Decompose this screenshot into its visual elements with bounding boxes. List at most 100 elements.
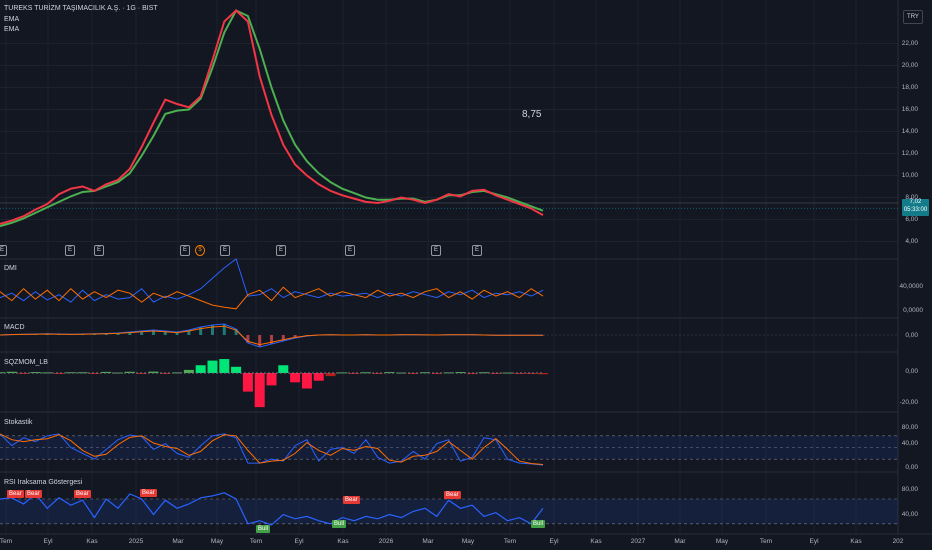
dmi-title[interactable]: DMI (4, 265, 17, 272)
momentum-bar (207, 360, 218, 373)
sqzmom-pane (0, 359, 548, 408)
price-tick-label: 14,00 (901, 127, 918, 135)
time-tick-label: Eyl (294, 538, 304, 545)
time-tick-label: 2026 (378, 538, 394, 545)
time-tick-label: May (715, 538, 729, 545)
price-tick-label: 8,00 (905, 193, 918, 201)
earnings-event-icon[interactable]: E (345, 245, 355, 256)
chart-canvas[interactable] (0, 0, 932, 550)
stoch-tick: 0,00 (905, 464, 918, 471)
earnings-event-icon[interactable]: E (0, 245, 7, 256)
chart-title: TUREKS TURİZM TAŞIMACILIK A.Ş. · 1G · BI… (4, 5, 158, 12)
momentum-bar (65, 372, 76, 374)
price-tick-label: 16,00 (901, 105, 918, 113)
price-tick-label: 20,00 (901, 61, 918, 69)
earnings-event-icon[interactable]: E (180, 245, 190, 256)
bull-badge: Bull (256, 525, 271, 533)
time-tick-label: Mar (172, 538, 184, 545)
macd-histogram-bar (222, 324, 226, 335)
bear-badge: Bear (25, 490, 42, 498)
momentum-bar (77, 372, 88, 374)
time-tick-label: Kas (590, 538, 602, 545)
ema-slow-line (0, 9, 544, 228)
momentum-bar (54, 373, 65, 374)
rsi-band (0, 499, 898, 524)
time-tick-label: May (210, 538, 224, 545)
time-tick-label: Tem (249, 538, 263, 545)
price-tick-label: 4,00 (905, 237, 918, 245)
dmi-minus-line (0, 286, 544, 310)
earnings-event-icon[interactable]: E (94, 245, 104, 256)
time-tick-label: Kas (86, 538, 98, 545)
macd-histogram-bar (258, 335, 262, 347)
currency-button[interactable]: TRY (903, 10, 923, 24)
momentum-bar (242, 373, 253, 392)
price-pane (0, 9, 898, 228)
sqzmom-title[interactable]: SQZMOM_LB (4, 359, 48, 366)
time-tick-label: Mar (674, 538, 686, 545)
macd-pane (0, 323, 898, 348)
price-tick-label: 18,00 (901, 83, 918, 91)
momentum-bar (313, 373, 324, 381)
earnings-event-icon[interactable]: E (431, 245, 441, 256)
rsi-tick: 40,00 (901, 511, 918, 518)
time-tick-label: Kas (337, 538, 349, 545)
momentum-bar (195, 365, 206, 373)
dmi-tick: 40,0000 (899, 283, 924, 290)
earnings-event-icon[interactable]: E (472, 245, 482, 256)
earnings-event-icon[interactable]: E (65, 245, 75, 256)
momentum-bar (254, 373, 265, 408)
time-tick-label: Eyl (43, 538, 53, 545)
momentum-bar (538, 373, 548, 375)
stochastic-title[interactable]: Stokastik (4, 419, 32, 426)
price-tick-label: 12,00 (901, 149, 918, 157)
momentum-bar (290, 373, 301, 383)
bear-badge: Bear (7, 490, 24, 498)
momentum-bar (231, 366, 242, 373)
dmi-pane (0, 258, 544, 310)
time-tick-label: 202 (892, 538, 904, 545)
momentum-bar (278, 365, 289, 373)
momentum-bar (219, 359, 230, 373)
stoch-tick: 40,00 (901, 440, 918, 447)
price-tick-label: 6,00 (905, 215, 918, 223)
time-tick-label: 2027 (630, 538, 646, 545)
rsi-title[interactable]: RSI Iraksama Göstergesi (4, 479, 82, 486)
sqz-tick: 0,00 (905, 368, 918, 375)
momentum-bar (526, 373, 537, 374)
time-tick-label: Kas (850, 538, 862, 545)
momentum-bar (514, 373, 525, 374)
time-tick-label: Tem (503, 538, 517, 545)
time-tick-label: 2025 (128, 538, 144, 545)
earnings-event-icon[interactable]: E (276, 245, 286, 256)
momentum-bar (42, 372, 53, 374)
rsi-tick: 80,00 (901, 486, 918, 493)
dmi-plus-line (0, 258, 544, 303)
momentum-bar (266, 373, 277, 386)
dmi-tick: 0,0000 (903, 307, 923, 314)
bull-badge: Bull (531, 520, 546, 528)
bull-badge: Bull (332, 520, 347, 528)
legend-ema-2[interactable]: EMA (4, 26, 19, 33)
momentum-bar (301, 373, 312, 389)
time-tick-label: Eyl (549, 538, 559, 545)
time-tick-label: Mar (422, 538, 434, 545)
last-price-tag: 7,02 05:33:00 (902, 199, 929, 216)
macd-tick: 0,00 (905, 332, 918, 339)
dividend-event-icon[interactable]: $ (195, 245, 205, 256)
bear-badge: Bear (343, 496, 360, 504)
price-tick-label: 22,00 (901, 39, 918, 47)
time-tick-label: Tem (759, 538, 773, 545)
bear-badge: Bear (74, 490, 91, 498)
stoch-tick: 80,00 (901, 424, 918, 431)
bear-badge: Bear (444, 491, 461, 499)
countdown-value: 05:33:00 (903, 206, 928, 213)
stochastic-pane (0, 433, 898, 466)
momentum-bar (325, 373, 336, 377)
legend-ema-1[interactable]: EMA (4, 16, 19, 23)
earnings-event-icon[interactable]: E (220, 245, 230, 256)
price-annotation: 8,75 (522, 109, 542, 120)
time-tick-label: May (461, 538, 475, 545)
macd-title[interactable]: MACD (4, 324, 25, 331)
sqz-tick: -20,00 (899, 399, 918, 406)
